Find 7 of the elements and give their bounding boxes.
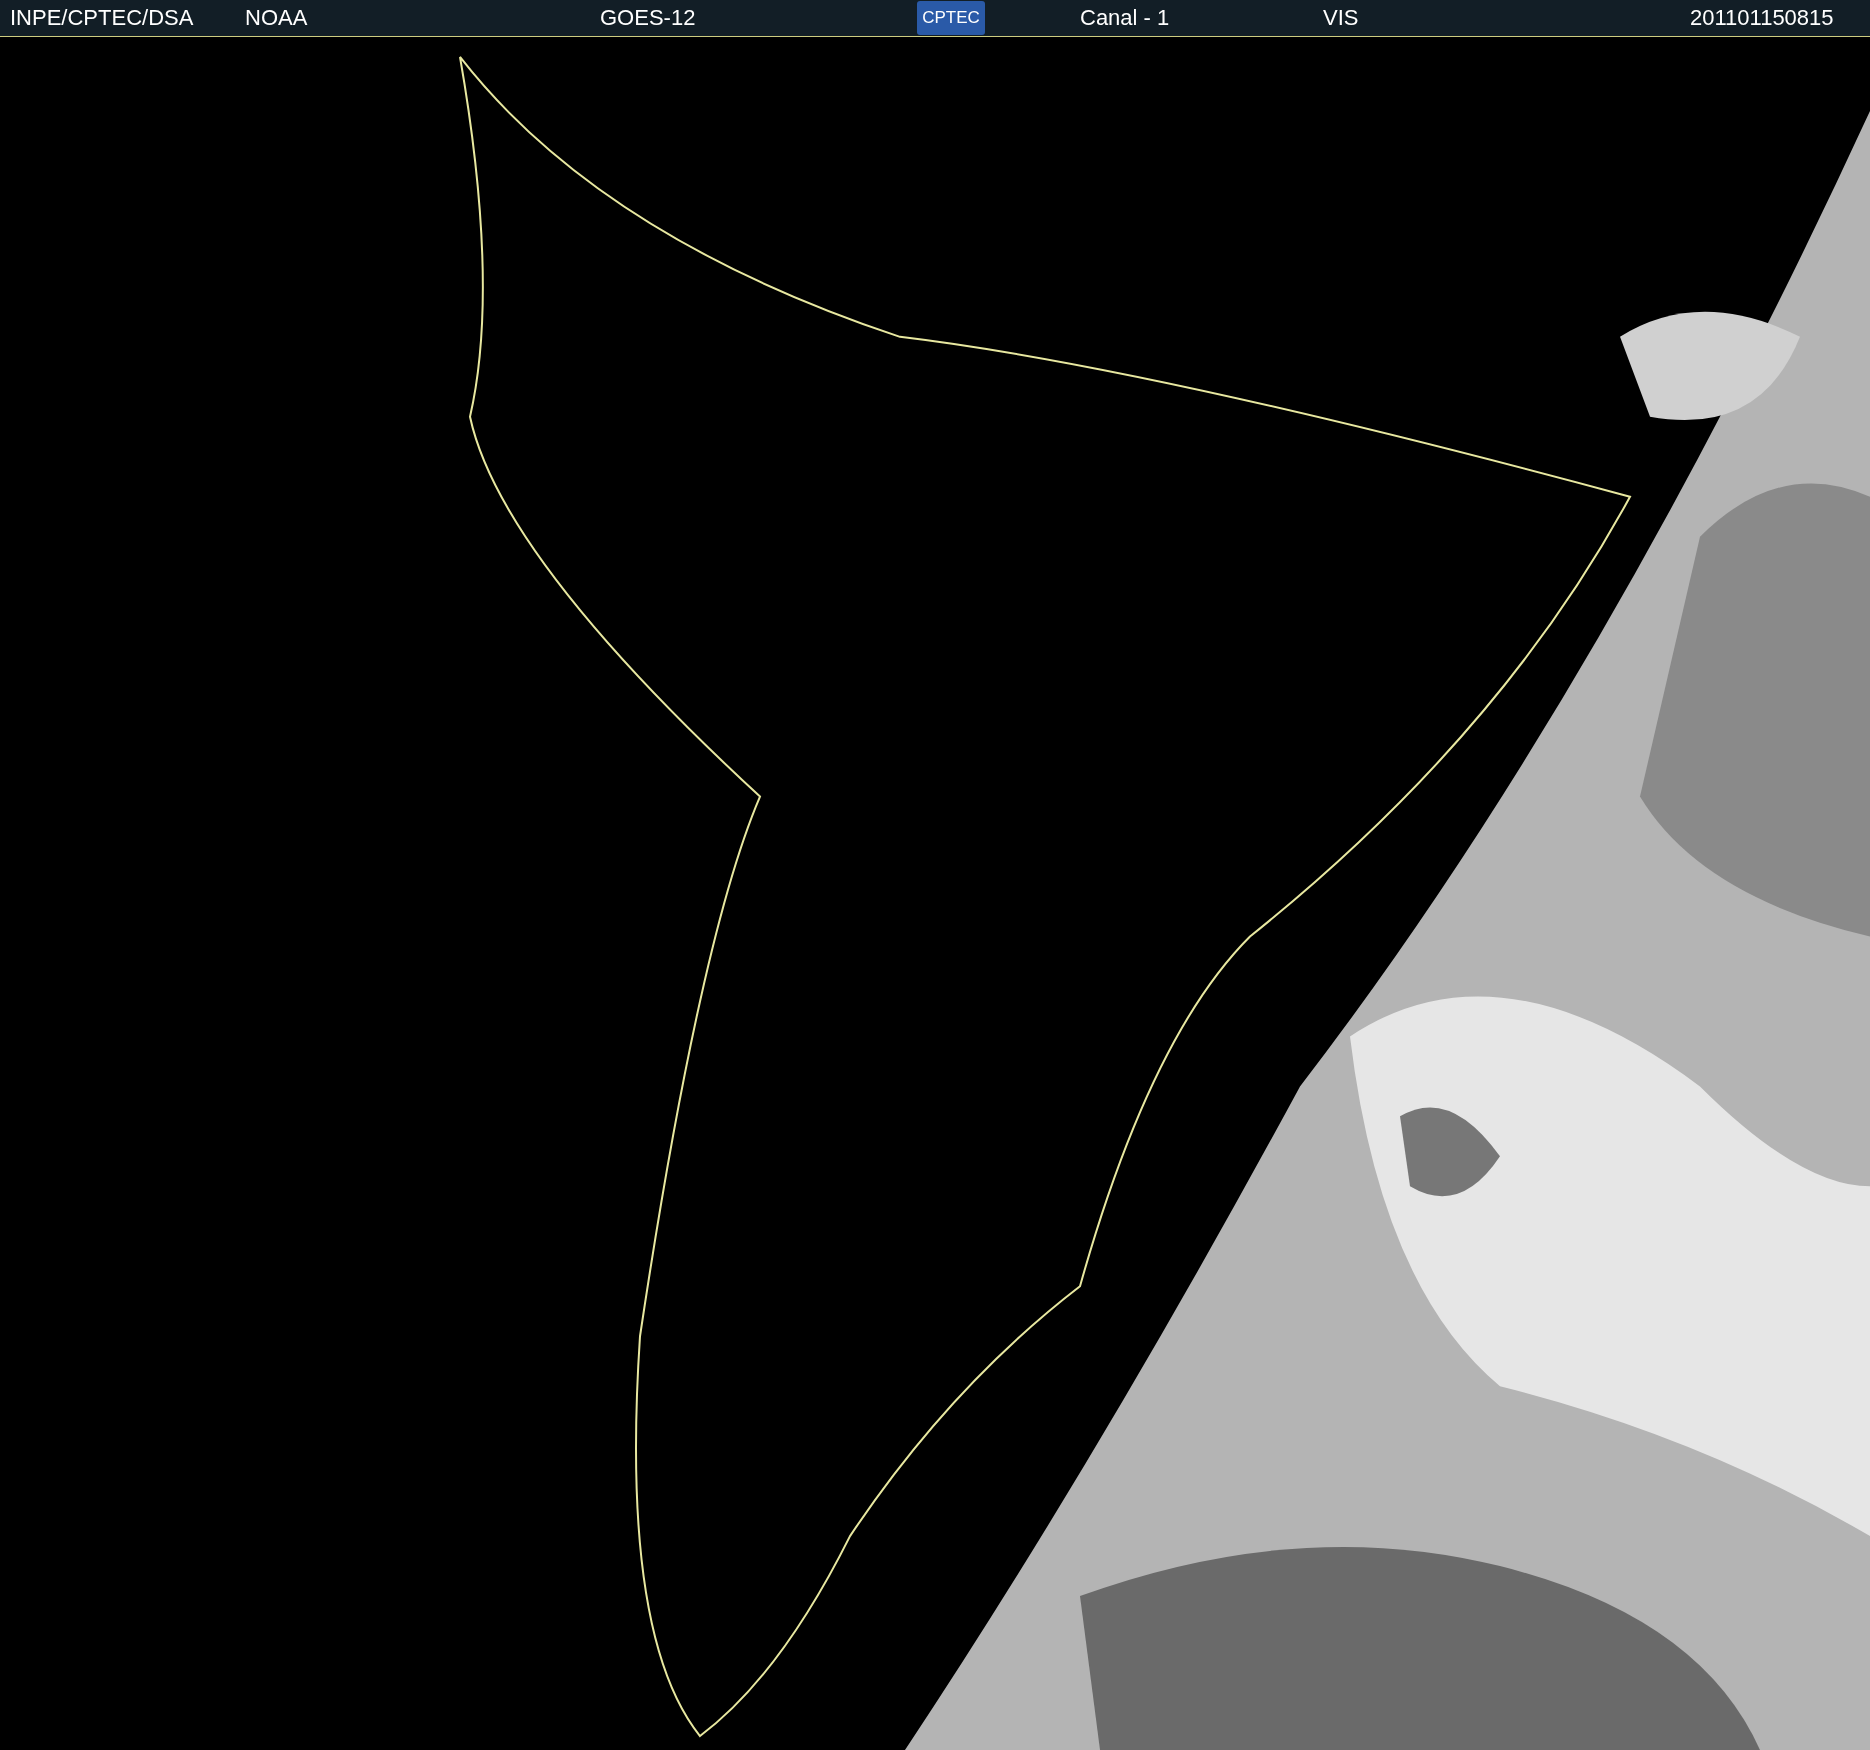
- channel-label: Canal - 1: [1080, 5, 1171, 31]
- source-label: INPE/CPTEC/DSA: [10, 5, 195, 31]
- timestamp-label: 201101150815: [1690, 5, 1834, 31]
- satellite-label: GOES-12: [600, 5, 697, 31]
- logo: CPTEC: [917, 1, 985, 35]
- band-label: VIS: [1323, 5, 1360, 31]
- agency-label: NOAA: [245, 5, 309, 31]
